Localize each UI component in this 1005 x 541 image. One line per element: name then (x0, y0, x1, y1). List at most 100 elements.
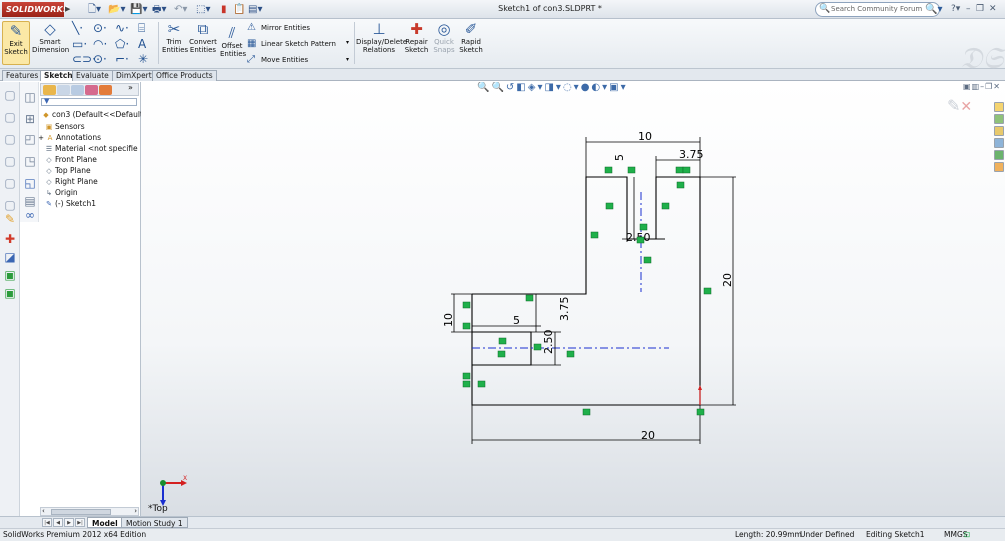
feature-manager-tab-icon[interactable] (43, 85, 56, 95)
solidworks-logo[interactable]: SOLIDWORKS (2, 2, 69, 17)
save-icon[interactable]: 💾▾ (130, 2, 147, 17)
exit-sketch-button[interactable]: ✎ Exit Sketch (2, 21, 30, 65)
dimxpert-manager-tab-icon[interactable] (85, 85, 98, 95)
file-properties-icon[interactable]: 📋 (233, 2, 245, 17)
tab-evaluate[interactable]: Evaluate (72, 70, 113, 81)
block-icon[interactable]: ▣ (3, 268, 17, 282)
dim-top-width[interactable]: 10 (638, 130, 652, 143)
outer-profile-line[interactable] (471, 176, 701, 406)
sketch-canvas[interactable]: 10 3.75 5 2.50 20 10 5 3.75 2.50 20 (141, 82, 1005, 516)
spline-tool-icon[interactable]: ∿· (115, 21, 129, 35)
tab-motion-study[interactable]: Motion Study 1 (121, 517, 188, 528)
tab-dimxpert[interactable]: DimXpert (112, 70, 156, 81)
curve-icon[interactable]: ∞ (23, 208, 37, 222)
sketch-pad-icon[interactable]: ◱ (23, 176, 37, 190)
quick-snaps-button[interactable]: ◎ Quick Snaps (432, 21, 456, 54)
extrude-icon[interactable]: ▢ (3, 110, 17, 124)
search-button-icon[interactable]: 🔍▾ (925, 3, 945, 16)
graphics-area[interactable]: 🔍🔍↺◧◈▾◨▾◌▾●◐▾▣▾ ▣▥–❐✕ ✎✕ 10 3.75 5 20 10… (141, 82, 1005, 516)
tree-item-top-plane[interactable]: ◇ Top Plane (44, 166, 90, 176)
tree-item-front-plane[interactable]: ◇ Front Plane (44, 155, 97, 165)
restore-icon[interactable]: ❐ (976, 2, 984, 17)
tree-filter-input[interactable]: ▼ (41, 97, 137, 106)
rapid-sketch-button[interactable]: ✐ Rapid Sketch (458, 21, 484, 54)
smart-dimension-button[interactable]: ◇ Smart Dimension (32, 21, 69, 54)
move-dropdown-icon[interactable]: ▾ (346, 56, 349, 63)
scroll-right-icon[interactable]: › (134, 507, 137, 515)
dim-left-height[interactable]: 10 (442, 313, 455, 327)
revolve-icon[interactable]: ▢ (3, 132, 17, 146)
fillet-tool-icon[interactable]: ⌐· (115, 52, 129, 66)
dim-top-right-width[interactable]: 3.75 (679, 148, 704, 161)
property-manager-tab-icon[interactable] (57, 85, 70, 95)
close-icon[interactable]: ✕ (989, 2, 997, 17)
next-tab-icon[interactable]: ▶ (64, 518, 74, 527)
tree-root[interactable]: ◆ con3 (Default<<Default (41, 110, 143, 120)
constraint-icon[interactable]: ◳ (23, 154, 37, 168)
arc-tool-icon[interactable]: ◠· (93, 37, 107, 51)
tab-features[interactable]: Features (2, 70, 43, 81)
tab-office-products[interactable]: Office Products (152, 70, 217, 81)
tree-item-sketch1[interactable]: ✎ (-) Sketch1 (44, 199, 96, 209)
dim-slot-depth[interactable]: 5 (613, 154, 626, 161)
new-document-icon[interactable]: 🗋▾ (88, 2, 101, 17)
view-cube-icon[interactable]: ▢ (3, 88, 17, 102)
open-icon[interactable]: 📂▾ (108, 2, 125, 17)
minimize-icon[interactable]: – (966, 2, 971, 17)
dim-right-height[interactable]: 20 (721, 273, 734, 287)
sketch-icon[interactable]: ✎ (3, 212, 17, 226)
repair-sketch-button[interactable]: ✚ Repair Sketch (403, 21, 430, 54)
rebuild-icon[interactable]: ▮ (221, 2, 227, 17)
tab-model[interactable]: Model (87, 517, 123, 528)
layout-icon[interactable]: ◰ (23, 132, 37, 146)
mirror-entities-button[interactable]: ⚠ Mirror Entities (247, 22, 310, 34)
search-input[interactable]: 🔍 Search Community Forum (815, 2, 940, 17)
undo-icon[interactable]: ↶▾ (174, 2, 187, 17)
menu-arrow-icon[interactable]: ▶ (65, 5, 70, 13)
convert-entities-button[interactable]: ⧉ Convert Entities (188, 21, 218, 54)
select-icon[interactable]: ⬚▾ (196, 2, 210, 17)
help-icon[interactable]: ?▾ (951, 2, 960, 17)
expand-icon[interactable]: » (128, 83, 133, 92)
move-entities-button[interactable]: ⤢ Move Entities (247, 54, 308, 66)
relation-icon[interactable]: ✚ (3, 232, 17, 246)
circle-tool-icon[interactable]: ⊙· (93, 21, 107, 35)
sketch-plane-icon[interactable]: ◫ (23, 90, 37, 104)
scroll-thumb[interactable] (51, 509, 111, 515)
configuration-manager-tab-icon[interactable] (71, 85, 84, 95)
plane-tool-icon[interactable]: ⌸ (138, 21, 145, 35)
dim-left-slot-depth[interactable]: 5 (513, 314, 520, 327)
expand-plus-icon[interactable]: + (38, 134, 44, 143)
view-icon[interactable]: ▤ (23, 194, 37, 208)
linear-sketch-pattern-button[interactable]: ▦ Linear Sketch Pattern (247, 38, 336, 50)
tree-item-material[interactable]: ☰ Material <not specifie (44, 144, 138, 154)
tree-item-sensors[interactable]: ▣ Sensors (44, 122, 85, 132)
scroll-left-icon[interactable]: ‹ (42, 507, 45, 515)
print-icon[interactable]: 🖶▾ (152, 2, 166, 17)
dim-bottom-width[interactable]: 20 (641, 429, 655, 442)
tree-item-annotations[interactable]: + A Annotations (38, 133, 101, 143)
last-tab-icon[interactable]: ▶| (75, 518, 85, 527)
display-manager-tab-icon[interactable] (99, 85, 112, 95)
first-tab-icon[interactable]: |◀ (42, 518, 52, 527)
loft-icon[interactable]: ▢ (3, 176, 17, 190)
text-tool-icon[interactable]: A (138, 37, 146, 51)
trim-entities-button[interactable]: ✂ Trim Entities (162, 21, 188, 54)
block-edit-icon[interactable]: ▣ (3, 286, 17, 300)
rectangle-tool-icon[interactable]: ▭· (72, 37, 87, 51)
options-icon[interactable]: ▤▾ (248, 2, 262, 17)
sketch-grid-icon[interactable]: ⊞ (23, 112, 37, 126)
polygon-tool-icon[interactable]: ⬠· (115, 37, 129, 51)
display-delete-relations-button[interactable]: ⊥ Display/Delete Relations (356, 21, 407, 54)
prev-tab-icon[interactable]: ◀ (53, 518, 63, 527)
cut-icon[interactable]: ▢ (3, 198, 17, 212)
units-icon[interactable]: ⊡ (964, 529, 970, 541)
tree-item-origin[interactable]: ↳ Origin (44, 188, 78, 198)
tree-item-right-plane[interactable]: ◇ Right Plane (44, 177, 97, 187)
line-tool-icon[interactable]: ╲· (72, 21, 83, 35)
horizontal-scrollbar[interactable]: ‹ › (40, 507, 139, 516)
sketch-profile[interactable] (471, 176, 701, 406)
dim-left-slot-width[interactable]: 3.75 (558, 297, 571, 322)
offset-entities-button[interactable]: ⫽ Offset Entities (220, 25, 246, 58)
sweep-icon[interactable]: ▢ (3, 154, 17, 168)
